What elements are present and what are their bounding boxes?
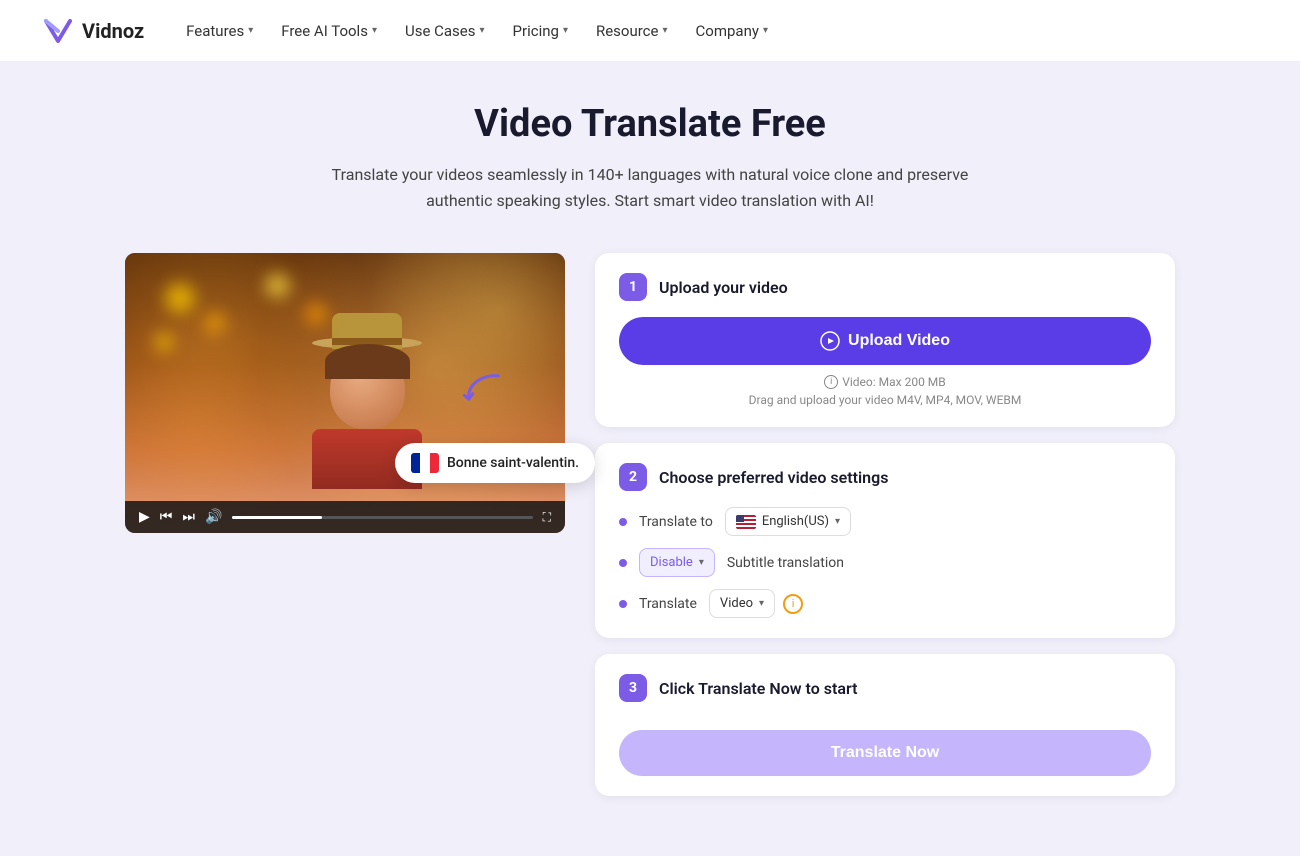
step-2-card: 2 Choose preferred video settings Transl… (595, 443, 1175, 638)
step-3-title: Click Translate Now to start (659, 679, 857, 698)
nav-free-ai-label: Free AI Tools (281, 22, 368, 40)
main-content: Video Translate Free Translate your vide… (0, 62, 1300, 856)
nav-pricing-chevron: ▾ (563, 25, 568, 36)
flag-us-canton (736, 515, 744, 523)
rewind-button[interactable]: ⏮ (160, 509, 173, 525)
nav-free-ai-chevron: ▾ (372, 25, 377, 36)
format-label: Drag and upload your video M4V, MP4, MOV… (619, 393, 1151, 407)
size-label: Video: Max 200 MB (842, 375, 946, 389)
nav-pricing-label: Pricing (513, 22, 559, 40)
flag-us (736, 515, 756, 529)
step-2-number: 2 (619, 463, 647, 491)
logo-text: Vidnoz (82, 19, 144, 43)
logo-icon (40, 13, 76, 49)
bokeh-1 (165, 283, 195, 313)
fast-forward-button[interactable]: ⏭ (182, 509, 195, 525)
flag-fr (411, 453, 439, 473)
subtitle-option: Disable (650, 555, 693, 570)
nav-menu: Features ▾ Free AI Tools ▾ Use Cases ▾ P… (174, 14, 1260, 48)
hero-subtitle: Translate your videos seamlessly in 140+… (300, 162, 1000, 213)
step-1-card: 1 Upload your video Upload Video i Video… (595, 253, 1175, 427)
language-option: English(US) (762, 514, 829, 529)
translate-to-row: Translate to English(US) ▾ (619, 507, 1151, 536)
subtitle-bubble: Bonne saint-valentin. (395, 443, 595, 483)
bullet-translate-to (619, 518, 627, 526)
arrow-icon (452, 359, 510, 417)
nav-use-cases-label: Use Cases (405, 22, 476, 40)
volume-button[interactable]: 🔊 (205, 509, 222, 525)
step-2-header: 2 Choose preferred video settings (619, 463, 1151, 491)
step-3-header: 3 Click Translate Now to start (619, 674, 1151, 702)
subtitle-select[interactable]: Disable ▾ (639, 548, 715, 577)
nav-item-company[interactable]: Company ▾ (684, 14, 780, 48)
nav-company-chevron: ▾ (763, 25, 768, 36)
logo-link[interactable]: Vidnoz (40, 13, 144, 49)
nav-resource-chevron: ▾ (662, 25, 667, 36)
translate-now-button[interactable]: Translate Now (619, 730, 1151, 776)
translate-select[interactable]: Video ▾ (709, 589, 775, 618)
upload-icon (820, 331, 840, 351)
nav-resource-label: Resource (596, 22, 659, 40)
translate-video-row: Translate Video ▾ i (619, 589, 1151, 618)
translate-to-label: Translate to (639, 514, 713, 530)
subtitle-row: Disable ▾ Subtitle translation (619, 548, 1151, 577)
nav-item-use-cases[interactable]: Use Cases ▾ (393, 14, 497, 48)
nav-item-resource[interactable]: Resource ▾ (584, 14, 680, 48)
progress-fill (232, 516, 322, 519)
arrow-overlay (450, 359, 510, 427)
bullet-translate-video (619, 600, 627, 608)
nav-features-label: Features (186, 22, 244, 40)
progress-bar[interactable] (232, 516, 532, 519)
nav-item-free-ai-tools[interactable]: Free AI Tools ▾ (269, 14, 389, 48)
orange-info-icon[interactable]: i (783, 594, 803, 614)
step-1-number: 1 (619, 273, 647, 301)
translate-video-chevron: ▾ (759, 598, 764, 609)
translate-label: Translate (639, 596, 697, 612)
video-container: ▶ ⏮ ⏭ 🔊 ⛶ (125, 253, 565, 533)
step-3-card: 3 Click Translate Now to start Translate… (595, 654, 1175, 796)
step-3-number: 3 (619, 674, 647, 702)
upload-info: i Video: Max 200 MB Drag and upload your… (619, 375, 1151, 407)
video-controls: ▶ ⏮ ⏭ 🔊 ⛶ (125, 501, 565, 533)
nav-use-cases-chevron: ▾ (480, 25, 485, 36)
nav-features-chevron: ▾ (248, 25, 253, 36)
language-select[interactable]: English(US) ▾ (725, 507, 851, 536)
step-1-title: Upload your video (659, 278, 788, 297)
nav-company-label: Company (696, 22, 759, 40)
subtitle-chevron: ▾ (699, 557, 704, 568)
step-1-header: 1 Upload your video (619, 273, 1151, 301)
navbar: Vidnoz Features ▾ Free AI Tools ▾ Use Ca… (0, 0, 1300, 62)
info-icon: i (824, 375, 838, 389)
right-panel: 1 Upload your video Upload Video i Video… (595, 253, 1175, 796)
subtitle-text: Bonne saint-valentin. (447, 455, 579, 471)
play-button[interactable]: ▶ (139, 509, 150, 525)
hero-title: Video Translate Free (20, 102, 1280, 146)
upload-video-button[interactable]: Upload Video (619, 317, 1151, 365)
step-2-title: Choose preferred video settings (659, 468, 888, 487)
translate-option: Video (720, 596, 753, 611)
bullet-subtitle (619, 559, 627, 567)
content-area: ▶ ⏮ ⏭ 🔊 ⛶ (125, 253, 1175, 796)
nav-item-features[interactable]: Features ▾ (174, 14, 265, 48)
subtitle-label: Subtitle translation (727, 555, 844, 571)
fullscreen-button[interactable]: ⛶ (543, 510, 551, 525)
nav-item-pricing[interactable]: Pricing ▾ (501, 14, 580, 48)
upload-button-label: Upload Video (848, 332, 950, 350)
translate-now-label: Translate Now (831, 744, 939, 761)
translate-row-select: Video ▾ i (709, 589, 803, 618)
language-chevron: ▾ (835, 516, 840, 527)
